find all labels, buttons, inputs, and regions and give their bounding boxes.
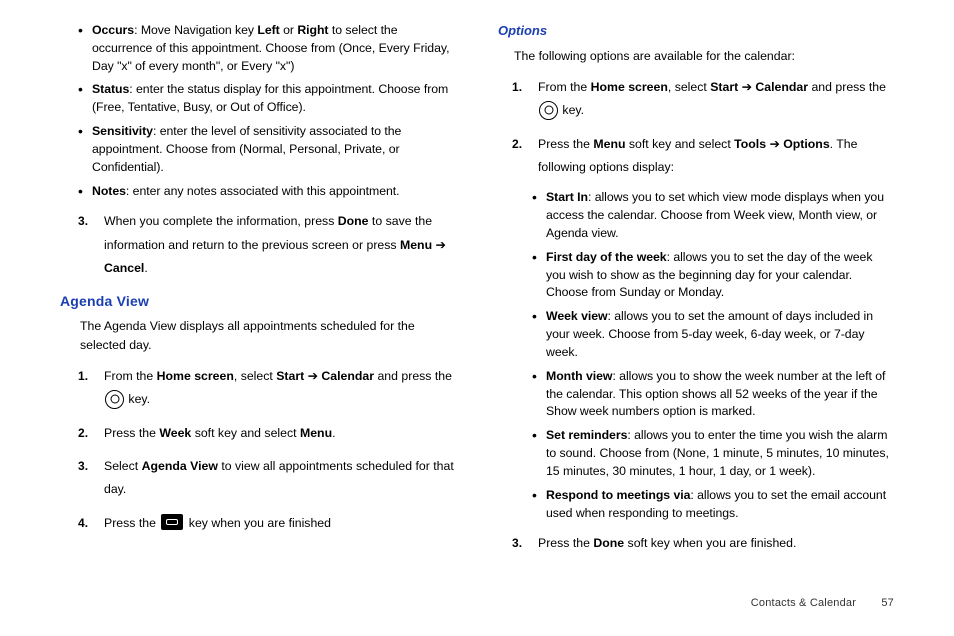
step-item: Select Agenda View to view all appointme…	[86, 455, 458, 502]
softkey-name: Menu	[593, 137, 625, 151]
list-item: Status: enter the status display for thi…	[82, 81, 458, 117]
arrow-icon: ➔	[432, 238, 446, 252]
paragraph: The Agenda View displays all appointment…	[80, 317, 458, 355]
step-text: , select	[234, 369, 276, 383]
menu-name: Options	[783, 137, 829, 151]
field-description-list: Occurs: Move Navigation key Left or Righ…	[60, 22, 458, 200]
menu-name: Start	[710, 80, 738, 94]
step-text: soft key when you are finished.	[624, 536, 796, 550]
step-text: key.	[125, 392, 150, 406]
options-steps: From the Home screen, select Start ➔ Cal…	[494, 76, 892, 179]
step-text: Press the	[104, 426, 159, 440]
right-column: Options The following options are availa…	[494, 22, 892, 566]
step-list-continued: When you complete the information, press…	[60, 210, 458, 280]
options-steps-continued: Press the Done soft key when you are fin…	[494, 532, 892, 555]
step-text: Press the	[538, 137, 593, 151]
list-item: Respond to meetings via: allows you to s…	[536, 487, 892, 523]
list-item: Set reminders: allows you to enter the t…	[536, 427, 892, 480]
step-text: key when you are finished	[185, 516, 331, 530]
left-column: Occurs: Move Navigation key Left or Righ…	[60, 22, 458, 566]
menu-name: Start	[276, 369, 304, 383]
step-text: Select	[104, 459, 142, 473]
item-label: Occurs	[92, 23, 134, 37]
step-item: When you complete the information, press…	[86, 210, 458, 280]
softkey-name: Menu	[400, 238, 432, 252]
list-item: Month view: allows you to show the week …	[536, 368, 892, 421]
list-item: First day of the week: allows you to set…	[536, 249, 892, 302]
step-text: key.	[559, 103, 584, 117]
page: Occurs: Move Navigation key Left or Righ…	[0, 0, 954, 636]
list-item: Week view: allows you to set the amount …	[536, 308, 892, 361]
item-label: Status	[92, 82, 129, 96]
item-label: Month view	[546, 369, 612, 383]
step-item: From the Home screen, select Start ➔ Cal…	[520, 76, 892, 123]
step-item: Press the Menu soft key and select Tools…	[520, 133, 892, 180]
agenda-view-steps: From the Home screen, select Start ➔ Cal…	[60, 365, 458, 535]
item-label: Sensitivity	[92, 124, 153, 138]
ok-key-icon	[105, 390, 124, 409]
step-text: soft key and select	[625, 137, 734, 151]
options-list: Start In: allows you to set which view m…	[494, 189, 892, 522]
item-label: Set reminders	[546, 428, 627, 442]
key-name: Right	[297, 23, 328, 37]
item-text: or	[280, 23, 298, 37]
softkey-name: Week	[159, 426, 191, 440]
ok-key-icon	[539, 101, 558, 120]
step-text: and press the	[808, 80, 886, 94]
list-item: Sensitivity: enter the level of sensitiv…	[82, 123, 458, 176]
step-text: soft key and select	[191, 426, 300, 440]
item-label: Start In	[546, 190, 588, 204]
list-item: Occurs: Move Navigation key Left or Righ…	[82, 22, 458, 75]
screen-name: Home screen	[591, 80, 668, 94]
step-text: and press the	[374, 369, 452, 383]
list-item: Start In: allows you to set which view m…	[536, 189, 892, 242]
menu-name: Agenda View	[142, 459, 218, 473]
item-label: Respond to meetings via	[546, 488, 690, 502]
item-label: Week view	[546, 309, 608, 323]
step-text: .	[144, 261, 147, 275]
list-item: Notes: enter any notes associated with t…	[82, 183, 458, 201]
screen-name: Home screen	[157, 369, 234, 383]
arrow-icon: ➔	[304, 369, 321, 383]
item-text: : allows you to set which view mode disp…	[546, 190, 884, 240]
arrow-icon: ➔	[738, 80, 755, 94]
softkey-name: Done	[338, 214, 369, 228]
columns: Occurs: Move Navigation key Left or Righ…	[60, 22, 894, 566]
page-number: 57	[881, 597, 894, 609]
step-text: , select	[668, 80, 710, 94]
step-item: Press the Done soft key when you are fin…	[520, 532, 892, 555]
menu-name: Calendar	[755, 80, 808, 94]
step-text: When you complete the information, press	[104, 214, 338, 228]
step-text: Press the	[538, 536, 593, 550]
step-text: Press the	[104, 516, 159, 530]
item-text: : enter the status display for this appo…	[92, 82, 448, 114]
step-text: From the	[104, 369, 157, 383]
key-name: Left	[257, 23, 279, 37]
end-key-icon	[161, 514, 183, 530]
step-item: From the Home screen, select Start ➔ Cal…	[86, 365, 458, 412]
item-text: : enter any notes associated with this a…	[126, 184, 400, 198]
subsection-heading-options: Options	[498, 22, 892, 41]
page-footer: Contacts & Calendar 57	[751, 596, 894, 612]
step-text: .	[332, 426, 335, 440]
footer-section: Contacts & Calendar	[751, 597, 856, 609]
paragraph: The following options are available for …	[514, 47, 892, 66]
step-item: Press the key when you are finished	[86, 512, 458, 535]
item-text: : Move Navigation key	[134, 23, 257, 37]
menu-name: Calendar	[321, 369, 374, 383]
step-item: Press the Week soft key and select Menu.	[86, 422, 458, 445]
menu-name: Tools	[734, 137, 766, 151]
item-label: First day of the week	[546, 250, 667, 264]
softkey-name: Cancel	[104, 261, 144, 275]
step-text: From the	[538, 80, 591, 94]
item-label: Notes	[92, 184, 126, 198]
softkey-name: Done	[593, 536, 624, 550]
section-heading-agenda-view: Agenda View	[60, 291, 458, 311]
arrow-icon: ➔	[766, 137, 783, 151]
menu-name: Menu	[300, 426, 332, 440]
